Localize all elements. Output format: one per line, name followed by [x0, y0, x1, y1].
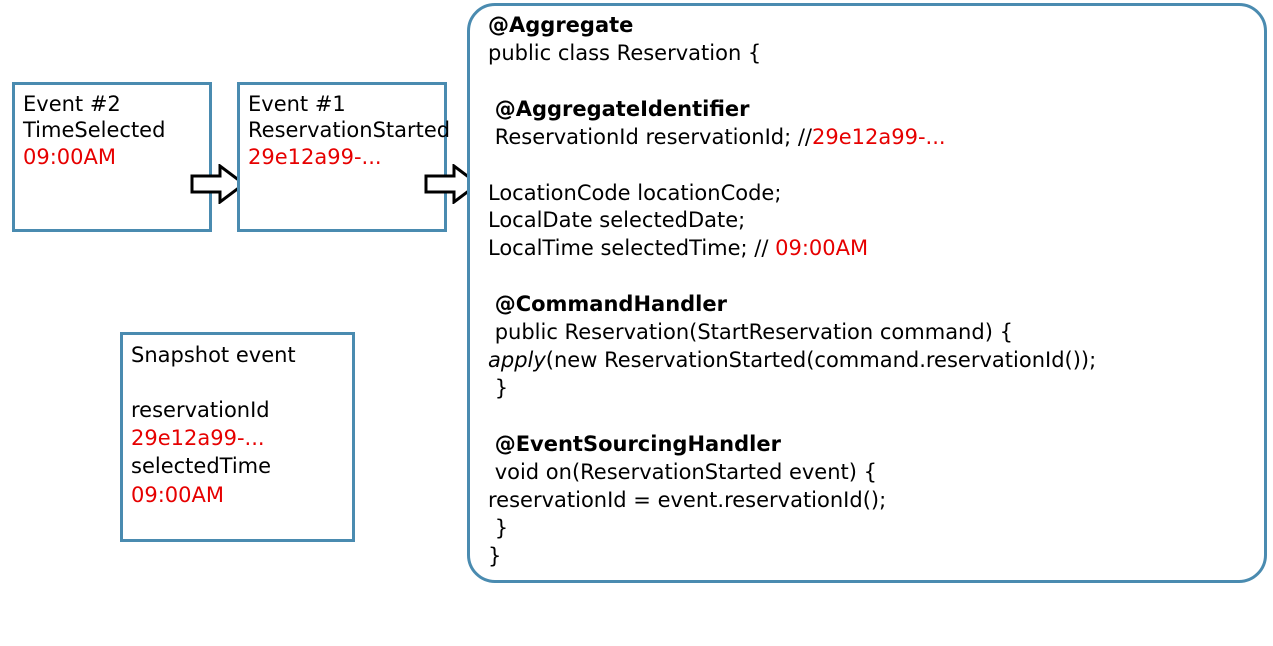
- event-1-box: Event #1 ReservationStarted 29e12a99-...: [237, 82, 447, 232]
- snapshot-field1: reservationId: [131, 396, 344, 424]
- event-2-title: Event #2: [23, 91, 201, 117]
- code-constructor-close: }: [495, 376, 508, 400]
- code-apply-args: (new ReservationStarted(command.reservat…: [546, 348, 1096, 372]
- code-annotation-aggregate: @Aggregate: [488, 13, 633, 37]
- event-2-box: Event #2 TimeSelected 09:00AM: [12, 82, 212, 232]
- event-1-title: Event #1: [248, 91, 436, 117]
- code-reservationid-decl: ReservationId reservationId; //: [495, 125, 812, 149]
- code-selectedtime-value: 09:00AM: [775, 236, 868, 260]
- code-constructor: public Reservation(StartReservation comm…: [495, 320, 1013, 344]
- code-onbody: reservationId = event.reservationId();: [488, 487, 1246, 515]
- snapshot-box: Snapshot event reservationId 29e12a99-..…: [120, 332, 355, 542]
- code-class-decl: public class Reservation {: [488, 40, 1246, 68]
- code-onmethod: void on(ReservationStarted event) {: [495, 460, 877, 484]
- snapshot-value1: 29e12a99-...: [131, 424, 344, 452]
- aggregate-code-box: @Aggregate public class Reservation { @A…: [467, 3, 1267, 583]
- code-on-close: }: [495, 516, 508, 540]
- code-class-close: }: [488, 543, 1246, 571]
- code-locationcode: LocationCode locationCode;: [488, 180, 1246, 208]
- code-selectedtime-decl: LocalTime selectedTime; //: [488, 236, 775, 260]
- event-2-value: 09:00AM: [23, 144, 201, 170]
- code-annotation-eshandler: @EventSourcingHandler: [495, 432, 781, 456]
- event-1-value: 29e12a99-...: [248, 144, 436, 170]
- code-annotation-aggid: @AggregateIdentifier: [495, 97, 750, 121]
- snapshot-title: Snapshot event: [131, 341, 344, 369]
- event-1-name: ReservationStarted: [248, 117, 436, 143]
- code-selecteddate: LocalDate selectedDate;: [488, 207, 1246, 235]
- code-annotation-cmdhandler: @CommandHandler: [495, 292, 727, 316]
- event-2-name: TimeSelected: [23, 117, 201, 143]
- code-apply-call: apply: [488, 348, 546, 372]
- code-reservationid-value: 29e12a99-...: [812, 125, 946, 149]
- snapshot-value2: 09:00AM: [131, 481, 344, 509]
- snapshot-field2: selectedTime: [131, 452, 344, 480]
